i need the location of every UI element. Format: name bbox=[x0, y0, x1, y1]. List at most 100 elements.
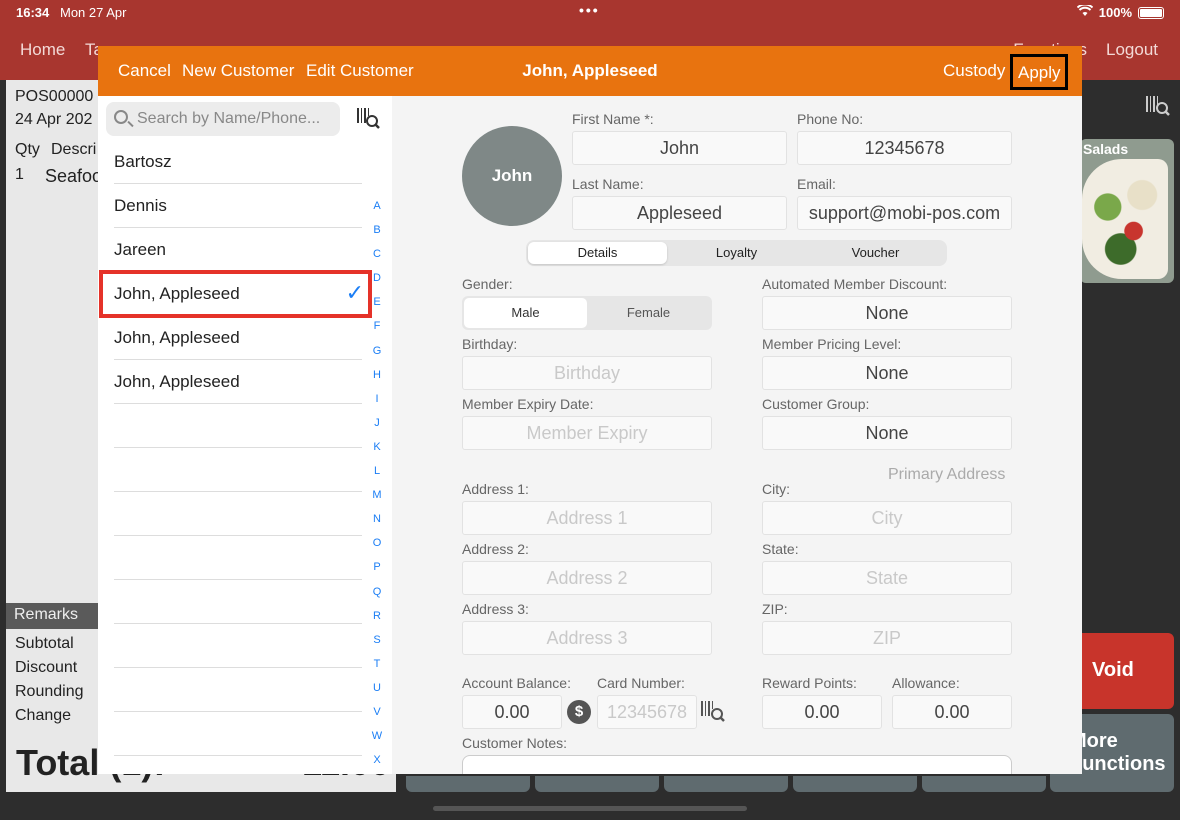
first-name-field[interactable]: John bbox=[572, 131, 787, 165]
customer-row[interactable]: Dennis bbox=[114, 184, 362, 228]
receipt-number: POS00000 bbox=[15, 88, 94, 105]
zip-field[interactable]: ZIP bbox=[762, 621, 1012, 655]
customer-notes-field[interactable] bbox=[462, 755, 1012, 774]
multitasking-dots-icon[interactable]: ••• bbox=[579, 2, 600, 18]
address1-label: Address 1: bbox=[462, 481, 529, 497]
phone-label: Phone No: bbox=[797, 111, 864, 127]
bottom-button[interactable] bbox=[793, 776, 917, 792]
barcode-scan-icon[interactable] bbox=[1145, 94, 1171, 124]
customer-row[interactable]: John, Appleseed bbox=[114, 360, 362, 404]
cancel-button[interactable]: Cancel bbox=[118, 61, 171, 81]
customer-row[interactable]: Jareen bbox=[114, 228, 362, 272]
alphabet-letter[interactable]: O bbox=[366, 537, 388, 561]
tab-voucher[interactable]: Voucher bbox=[806, 242, 945, 264]
custody-button[interactable]: Custody bbox=[943, 61, 1005, 81]
wifi-icon bbox=[1076, 3, 1093, 20]
alphabet-letter[interactable]: J bbox=[366, 417, 388, 441]
home-indicator[interactable] bbox=[433, 806, 747, 811]
alphabet-letter[interactable]: Q bbox=[366, 586, 388, 610]
auto-discount-field[interactable]: None bbox=[762, 296, 1012, 330]
line-item[interactable]: Seafoo bbox=[45, 166, 102, 187]
gender-male-option[interactable]: Male bbox=[464, 298, 587, 328]
alphabet-letter[interactable]: D bbox=[366, 272, 388, 296]
apply-button[interactable]: Apply bbox=[1010, 54, 1068, 90]
customer-name: John, Appleseed bbox=[114, 372, 240, 391]
customer-name: Dennis bbox=[114, 196, 167, 215]
gender-female-option[interactable]: Female bbox=[587, 298, 710, 328]
empty-row bbox=[114, 580, 362, 624]
dollar-icon[interactable]: $ bbox=[567, 700, 591, 724]
card-scan-icon[interactable] bbox=[700, 698, 728, 726]
bottom-button[interactable] bbox=[664, 776, 788, 792]
alphabet-letter[interactable]: P bbox=[366, 561, 388, 585]
rounding-label: Rounding bbox=[15, 683, 84, 700]
address3-field[interactable]: Address 3 bbox=[462, 621, 712, 655]
address1-field[interactable]: Address 1 bbox=[462, 501, 712, 535]
email-field[interactable]: support@mobi-pos.com bbox=[797, 196, 1012, 230]
edit-customer-button[interactable]: Edit Customer bbox=[306, 61, 414, 81]
alphabet-letter[interactable]: H bbox=[366, 369, 388, 393]
nav-logout[interactable]: Logout bbox=[1106, 40, 1158, 60]
customer-name: Bartosz bbox=[114, 152, 172, 171]
barcode-scan-icon[interactable] bbox=[356, 106, 382, 132]
primary-address-label: Primary Address bbox=[888, 466, 1006, 483]
search-input[interactable] bbox=[137, 108, 337, 130]
state-label: State: bbox=[762, 541, 799, 557]
alphabet-letter[interactable]: T bbox=[366, 658, 388, 682]
alphabet-letter[interactable]: F bbox=[366, 320, 388, 344]
alphabet-letter[interactable]: K bbox=[366, 441, 388, 465]
expiry-label: Member Expiry Date: bbox=[462, 396, 594, 412]
alphabet-index[interactable]: ABCDEFGHIJKLMNOPQRSTUVWXYZ bbox=[366, 200, 388, 774]
customer-row[interactable]: Bartosz bbox=[114, 140, 362, 184]
last-name-field[interactable]: Appleseed bbox=[572, 196, 787, 230]
customer-group-field[interactable]: None bbox=[762, 416, 1012, 450]
bottom-button[interactable] bbox=[535, 776, 659, 792]
customer-details-form: John First Name *: John Phone No: 123456… bbox=[392, 96, 1082, 774]
city-field[interactable]: City bbox=[762, 501, 1012, 535]
apply-label: Apply bbox=[1018, 63, 1061, 82]
alphabet-letter[interactable]: I bbox=[366, 393, 388, 417]
tab-details[interactable]: Details bbox=[528, 242, 667, 264]
bottom-button[interactable] bbox=[922, 776, 1046, 792]
alphabet-letter[interactable]: A bbox=[366, 200, 388, 224]
alphabet-letter[interactable]: X bbox=[366, 754, 388, 774]
alphabet-letter[interactable]: W bbox=[366, 730, 388, 754]
account-balance-field[interactable]: 0.00 bbox=[462, 695, 562, 729]
birthday-field[interactable]: Birthday bbox=[462, 356, 712, 390]
state-field[interactable]: State bbox=[762, 561, 1012, 595]
alphabet-letter[interactable]: B bbox=[366, 224, 388, 248]
battery-percent: 100% bbox=[1098, 5, 1132, 20]
alphabet-letter[interactable]: E bbox=[366, 296, 388, 320]
customer-modal: John, Appleseed Cancel New Customer Edit… bbox=[98, 46, 1082, 774]
alphabet-letter[interactable]: R bbox=[366, 610, 388, 634]
alphabet-letter[interactable]: L bbox=[366, 465, 388, 489]
alphabet-letter[interactable]: N bbox=[366, 513, 388, 537]
allowance-field[interactable]: 0.00 bbox=[892, 695, 1012, 729]
customer-name: John, Appleseed bbox=[114, 328, 240, 347]
first-name-label: First Name *: bbox=[572, 111, 654, 127]
customer-row-selected[interactable]: John, Appleseed ✓ bbox=[99, 270, 372, 318]
alphabet-letter[interactable]: G bbox=[366, 345, 388, 369]
customer-search[interactable] bbox=[106, 102, 340, 136]
card-number-field[interactable]: 12345678 bbox=[597, 695, 697, 729]
new-customer-button[interactable]: New Customer bbox=[182, 61, 294, 81]
change-label: Change bbox=[15, 707, 72, 724]
tab-loyalty[interactable]: Loyalty bbox=[667, 242, 806, 264]
pricing-level-field[interactable]: None bbox=[762, 356, 1012, 390]
reward-points-field[interactable]: 0.00 bbox=[762, 695, 882, 729]
alphabet-letter[interactable]: S bbox=[366, 634, 388, 658]
empty-row bbox=[114, 536, 362, 580]
category-salads[interactable]: Salads bbox=[1080, 139, 1174, 283]
nav-home[interactable]: Home bbox=[20, 40, 65, 60]
email-label: Email: bbox=[797, 176, 836, 192]
customer-row[interactable]: John, Appleseed bbox=[114, 316, 362, 360]
alphabet-letter[interactable]: U bbox=[366, 682, 388, 706]
alphabet-letter[interactable]: C bbox=[366, 248, 388, 272]
expiry-field[interactable]: Member Expiry bbox=[462, 416, 712, 450]
address2-field[interactable]: Address 2 bbox=[462, 561, 712, 595]
phone-field[interactable]: 12345678 bbox=[797, 131, 1012, 165]
alphabet-letter[interactable]: M bbox=[366, 489, 388, 513]
alphabet-letter[interactable]: V bbox=[366, 706, 388, 730]
line-qty: 1 bbox=[15, 166, 24, 183]
bottom-button[interactable] bbox=[406, 776, 530, 792]
